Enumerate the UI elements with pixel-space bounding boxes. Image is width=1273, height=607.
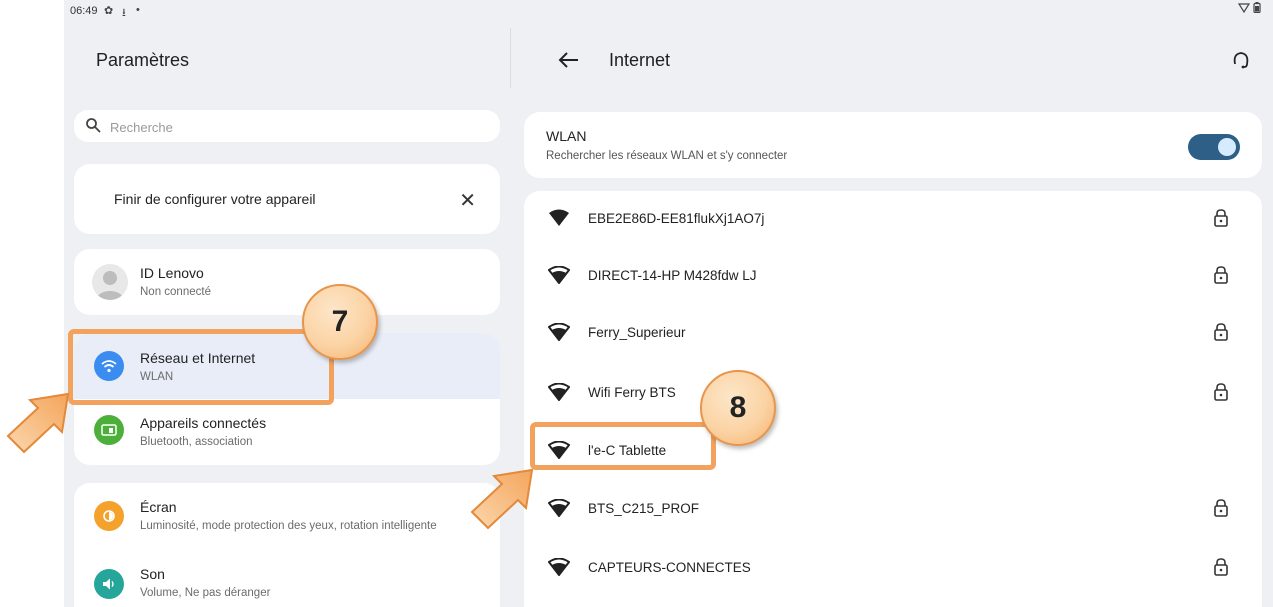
internet-title: Internet	[609, 50, 671, 70]
settings-title: Paramètres	[96, 50, 190, 70]
screen-title: Écran	[140, 499, 177, 515]
settings-screen: 06:49 ✿ ⭳ • Paramètres Finir de configur…	[64, 0, 1273, 607]
lock-icon	[1214, 323, 1228, 341]
wifi-signal-icon	[548, 558, 570, 576]
network-row[interactable]: CAPTEURS-CONNECTES	[524, 540, 1262, 598]
lenovo-title: ID Lenovo	[140, 265, 204, 281]
network-row[interactable]: Ferry_Superieur	[524, 305, 1262, 363]
wifi-status-icon	[1237, 3, 1250, 14]
network-name: EBE2E86D-EE81flukXj1AO7j	[588, 211, 765, 226]
pointer-arrow-right	[470, 468, 534, 530]
avatar	[92, 264, 128, 300]
lock-icon	[1214, 266, 1228, 284]
brightness-icon	[94, 501, 124, 531]
devices-title: Appareils connectés	[140, 415, 267, 431]
wlan-title: WLAN	[546, 128, 587, 144]
network-name: Ferry_Superieur	[588, 325, 686, 340]
toggle-knob	[1218, 138, 1236, 156]
wifi-signal-icon	[548, 323, 570, 341]
lenovo-subtitle: Non connecté	[140, 286, 211, 298]
network-row[interactable]: DIRECT-14-HP M428fdw LJ	[524, 248, 1262, 306]
highlight-network-item	[68, 329, 334, 405]
status-right-icons	[1237, 2, 1261, 16]
network-row[interactable]: BTS_C215_PROF	[524, 481, 1262, 539]
back-arrow-icon[interactable]	[556, 47, 582, 73]
network-row[interactable]: EBE2E86D-EE81flukXj1AO7j	[524, 191, 1262, 249]
screen-subtitle: Luminosité, mode protection des yeux, ro…	[140, 520, 437, 532]
lock-icon	[1214, 209, 1228, 227]
pane-divider	[510, 28, 511, 88]
network-name: DIRECT-14-HP M428fdw LJ	[588, 268, 757, 283]
step-badge-8: 8	[700, 370, 776, 446]
volume-icon	[94, 569, 124, 599]
status-time: 06:49	[70, 5, 98, 17]
gear-icon: ✿	[104, 5, 114, 17]
wifi-signal-icon	[548, 266, 570, 284]
connected-devices-icon	[94, 415, 124, 445]
network-name: CAPTEURS-CONNECTES	[588, 560, 751, 575]
lock-icon	[1214, 383, 1228, 401]
sidebar-item-screen[interactable]: Écran Luminosité, mode protection des ye…	[74, 483, 500, 547]
lenovo-id-item[interactable]: ID Lenovo Non connecté	[74, 249, 500, 315]
wifi-signal-icon	[548, 383, 570, 401]
wlan-subtitle: Rechercher les réseaux WLAN et s'y conne…	[546, 150, 788, 162]
sound-title: Son	[140, 566, 165, 582]
search-bar[interactable]	[74, 110, 500, 144]
wifi-signal-icon	[549, 209, 569, 226]
close-icon[interactable]: ✕	[459, 188, 476, 213]
sound-subtitle: Volume, Ne pas déranger	[140, 587, 271, 599]
display-sound-card: Écran Luminosité, mode protection des ye…	[74, 483, 500, 607]
battery-icon	[1253, 2, 1261, 14]
lock-icon	[1214, 558, 1228, 576]
network-list: EBE2E86D-EE81flukXj1AO7j DIRECT-14-HP M4…	[524, 191, 1262, 607]
lock-icon	[1214, 499, 1228, 517]
help-icon[interactable]	[1231, 50, 1251, 70]
wlan-toggle-card[interactable]: WLAN Rechercher les réseaux WLAN et s'y …	[524, 112, 1262, 178]
person-icon	[96, 271, 124, 300]
status-bar: 06:49 ✿ ⭳ •	[64, 0, 1273, 24]
wifi-signal-icon	[548, 499, 570, 517]
download-icon: ⭳	[122, 7, 126, 19]
wlan-toggle[interactable]	[1188, 134, 1240, 160]
dot-icon: •	[136, 4, 140, 16]
search-input[interactable]	[108, 110, 472, 144]
finish-setup-card[interactable]: Finir de configurer votre appareil ✕	[74, 164, 500, 234]
network-row[interactable]: Wifi Ferry BTS	[524, 365, 1262, 423]
finish-setup-label: Finir de configurer votre appareil	[114, 191, 316, 207]
network-name: Wifi Ferry BTS	[588, 385, 676, 400]
pointer-arrow-left	[6, 392, 70, 454]
highlight-network-row	[530, 422, 716, 470]
network-name: BTS_C215_PROF	[588, 501, 700, 516]
devices-subtitle: Bluetooth, association	[140, 436, 253, 448]
sidebar-item-devices[interactable]: Appareils connectés Bluetooth, associati…	[74, 399, 500, 465]
sidebar-item-sound[interactable]: Son Volume, Ne pas déranger	[74, 553, 500, 607]
search-icon	[86, 118, 101, 133]
step-badge-7: 7	[302, 284, 378, 360]
